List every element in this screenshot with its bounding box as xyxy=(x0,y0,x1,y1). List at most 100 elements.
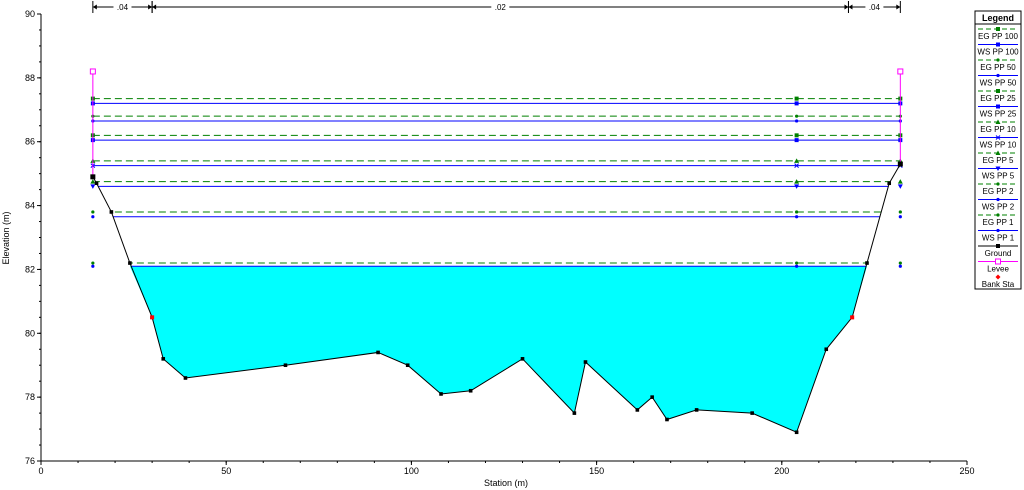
bank-station-marker xyxy=(150,315,155,320)
x-axis-title: Station (m) xyxy=(484,478,528,488)
legend-label: WS PP 2 xyxy=(982,203,1015,212)
profile-marker xyxy=(795,261,799,265)
legend-item-ws-pp-50: WS PP 50 xyxy=(978,73,1018,88)
manning-n-arrow xyxy=(152,4,157,10)
profile-marker xyxy=(795,114,799,118)
legend-title: Legend xyxy=(982,13,1014,23)
profile-marker xyxy=(91,210,95,214)
profile-marker xyxy=(897,179,903,184)
profile-marker xyxy=(91,215,95,219)
profile-eg-pp-25 xyxy=(90,133,903,138)
legend-label: Levee xyxy=(987,265,1009,274)
legend-swatch-marker xyxy=(996,182,1000,186)
profile-marker xyxy=(91,261,95,265)
legend-item-ws-pp-5: WS PP 5 xyxy=(978,166,1018,181)
ground-point xyxy=(128,261,132,265)
legend-label: Bank Sta xyxy=(982,280,1015,289)
legend-label: EG PP 25 xyxy=(980,94,1016,103)
profile-eg-pp-2 xyxy=(91,210,902,214)
legend-item-ws-pp-25: WS PP 25 xyxy=(978,104,1018,119)
profile-marker xyxy=(897,184,903,189)
profile-eg-pp-5 xyxy=(90,179,903,184)
manning-n-segment: .04 xyxy=(847,1,901,13)
manning-n-segment: .04 xyxy=(92,1,153,13)
legend-label: WS PP 100 xyxy=(977,48,1019,57)
manning-n-value: .04 xyxy=(117,3,129,12)
ground-point xyxy=(887,181,892,186)
legend-label: EG PP 5 xyxy=(983,156,1015,165)
manning-n-arrow xyxy=(92,4,97,10)
manning-n-segment: .02 xyxy=(151,1,849,13)
x-tick-label: 100 xyxy=(404,466,419,476)
manning-n-arrow xyxy=(148,4,153,10)
legend: Legend EG PP 100 WS PP 100 EG PP 50 WS PP 5… xyxy=(974,10,1022,290)
x-tick-label: 250 xyxy=(959,466,974,476)
legend-item-ws-pp-100: WS PP 100 xyxy=(977,42,1019,57)
legend-label: EG PP 2 xyxy=(983,187,1015,196)
ground-point xyxy=(665,417,669,422)
y-tick-label: 84 xyxy=(25,201,35,211)
ground-point xyxy=(161,357,166,361)
x-tick-label: 0 xyxy=(38,466,43,476)
profile-marker xyxy=(898,210,902,214)
y-tick-label: 76 xyxy=(25,456,35,466)
cross-section-chart: .04 .02 .04 76 78 80 82 84 86 88 90 0 50 100 150 200 250… xyxy=(1,1,1022,488)
ground-point xyxy=(824,347,829,352)
profile-marker xyxy=(794,133,799,138)
ground-point xyxy=(572,411,577,415)
legend-label: WS PP 25 xyxy=(980,110,1017,119)
axes: .04 .02 .04 76 78 80 82 84 86 88 90 0 50 100 150 200 250 xyxy=(25,1,975,476)
profile-ws-pp-10 xyxy=(90,163,903,169)
legend-label: Ground xyxy=(985,249,1012,258)
profile-marker xyxy=(898,215,902,219)
manning-n-value: .04 xyxy=(869,3,881,12)
ground-point xyxy=(109,210,114,214)
manning-n-arrow xyxy=(848,4,853,10)
legend-label: EG PP 10 xyxy=(980,125,1016,134)
ground-point xyxy=(468,388,473,393)
legend-label: WS PP 10 xyxy=(980,141,1017,150)
profile-ws-pp-5 xyxy=(90,184,903,189)
ground-point xyxy=(520,357,525,361)
profile-marker xyxy=(91,264,95,268)
legend-label: EG PP 100 xyxy=(978,32,1018,41)
legend-item-ws-pp-1: WS PP 1 xyxy=(978,228,1018,243)
ground-point xyxy=(439,392,443,396)
ground-point xyxy=(794,430,799,435)
profile-marker xyxy=(794,138,799,143)
profile-ws-pp-2 xyxy=(91,215,902,219)
ground-point xyxy=(694,408,699,412)
legend-swatch-marker xyxy=(996,104,1000,109)
manning-n-arrow xyxy=(896,4,901,10)
profile-eg-pp-1 xyxy=(91,261,902,265)
legend-swatch-marker xyxy=(996,197,1000,202)
y-tick-label: 86 xyxy=(25,137,35,147)
ground-point xyxy=(635,408,640,412)
legend-label: WS PP 1 xyxy=(982,234,1015,243)
y-tick-label: 82 xyxy=(25,264,35,274)
profile-marker xyxy=(898,261,902,265)
profile-eg-pp-10 xyxy=(90,158,903,163)
profile-ws-pp-50 xyxy=(91,119,902,123)
y-tick-label: 80 xyxy=(25,328,35,338)
legend-swatch-marker xyxy=(995,258,1001,265)
y-tick-label: 78 xyxy=(25,392,35,402)
profile-marker xyxy=(794,96,799,101)
ground-point xyxy=(865,261,869,265)
ground-point xyxy=(405,363,410,368)
ground-point xyxy=(650,395,654,399)
legend-swatch-marker xyxy=(996,58,1000,62)
legend-label: EG PP 1 xyxy=(983,218,1015,227)
profile-marker xyxy=(795,210,799,214)
legend-label: WS PP 50 xyxy=(980,79,1017,88)
legend-swatch-marker xyxy=(996,228,1000,233)
ground-point xyxy=(750,411,754,415)
ground-point xyxy=(583,360,588,364)
profile-marker xyxy=(795,215,799,219)
profile-ws-pp-25 xyxy=(90,138,903,143)
profile-eg-pp-50 xyxy=(91,114,902,118)
x-tick-label: 150 xyxy=(589,466,604,476)
legend-item-ws-pp-10: WS PP 10 xyxy=(978,135,1018,150)
legend-swatch-marker xyxy=(996,213,1000,217)
water-fill xyxy=(92,266,901,433)
